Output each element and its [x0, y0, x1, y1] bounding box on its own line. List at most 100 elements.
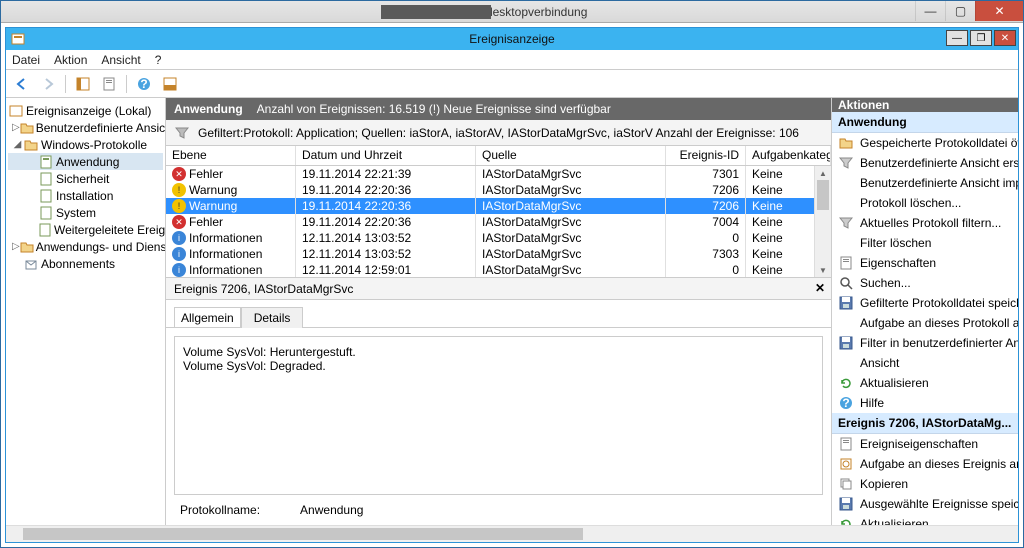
action-item[interactable]: Filter löschen [832, 233, 1018, 253]
action-item[interactable]: Aufgabe an dieses Protokoll anf... [832, 313, 1018, 333]
action-item[interactable]: Kopieren [832, 474, 1018, 494]
props-icon [838, 436, 854, 452]
column-headers[interactable]: Ebene Datum und Uhrzeit Quelle Ereignis-… [166, 146, 831, 166]
disk-icon [838, 496, 854, 512]
tree-app-services[interactable]: ▷Anwendungs- und Dienstprotokolle [8, 238, 163, 255]
action-label: Gefilterte Protokolldatei speich... [860, 296, 1018, 310]
col-datetime[interactable]: Datum und Uhrzeit [296, 146, 476, 165]
center-pane: Anwendung Anzahl von Ereignissen: 16.519… [166, 98, 832, 525]
tab-details[interactable]: Details [241, 307, 304, 328]
action-label: Filter in benutzerdefinierter Ans... [860, 336, 1018, 350]
action-item[interactable]: Aufgabe an dieses Ereignis anfü... [832, 454, 1018, 474]
refresh-icon [838, 375, 854, 391]
back-button[interactable] [10, 73, 34, 95]
tree-subscriptions[interactable]: Abonnements [8, 255, 163, 272]
table-row[interactable]: iInformationen12.11.2014 13:03:52IAStorD… [166, 246, 831, 262]
tree-forwarded[interactable]: Weitergeleitete Ereignisse [8, 221, 163, 238]
menu-view[interactable]: Ansicht [101, 53, 140, 67]
blank-icon [838, 195, 854, 211]
col-category[interactable]: Aufgabenkategorie [746, 146, 831, 165]
eventvwr-window: Ereignisanzeige — ❐ ✕ Datei Aktion Ansic… [5, 27, 1019, 543]
table-row[interactable]: !Warnung19.11.2014 22:20:36IAStorDataMgr… [166, 182, 831, 198]
cell-level: Informationen [189, 231, 262, 245]
table-row[interactable]: ✕Fehler19.11.2014 22:20:36IAStorDataMgrS… [166, 214, 831, 230]
folder-icon [20, 239, 34, 255]
outer-minimize-button[interactable]: — [915, 1, 945, 21]
tree-root[interactable]: Ereignisanzeige (Lokal) [8, 102, 163, 119]
action-item[interactable]: Gespeicherte Protokolldatei öff... [832, 133, 1018, 153]
separator [126, 75, 127, 93]
events-header-count: Anzahl von Ereignissen: 16.519 (!) Neue … [257, 102, 611, 116]
tree-custom-views[interactable]: ▷Benutzerdefinierte Ansichten [8, 119, 163, 136]
preview-pane-button[interactable] [158, 73, 182, 95]
action-item[interactable]: Suchen... [832, 273, 1018, 293]
tree-security[interactable]: Sicherheit [8, 170, 163, 187]
outer-title: - Remotedesktopverbindung [1, 5, 1023, 19]
table-row[interactable]: !Warnung19.11.2014 22:20:36IAStorDataMgr… [166, 198, 831, 214]
detail-title: Ereignis 7206, IAStorDataMgrSvc [174, 282, 353, 296]
filter-text: Gefiltert:Protokoll: Application; Quelle… [198, 126, 799, 140]
inner-close-button[interactable]: ✕ [994, 30, 1016, 46]
menu-action[interactable]: Aktion [54, 53, 87, 67]
tree-windows-logs[interactable]: ◢Windows-Protokolle [8, 136, 163, 153]
scrollbar-thumb[interactable] [817, 180, 829, 210]
action-item[interactable]: Ereigniseigenschaften [832, 434, 1018, 454]
action-item[interactable]: Benutzerdefinierte Ansicht imp... [832, 173, 1018, 193]
menu-file[interactable]: Datei [12, 53, 40, 67]
expand-icon[interactable]: ▷ [12, 122, 20, 133]
error-icon: ✕ [172, 167, 186, 181]
action-item[interactable]: Benutzerdefinierte Ansicht erste... [832, 153, 1018, 173]
tree-system[interactable]: System [8, 204, 163, 221]
inner-minimize-button[interactable]: — [946, 30, 968, 46]
outer-title-bar[interactable]: - Remotedesktopverbindung — ▢ ✕ [1, 1, 1023, 23]
col-level[interactable]: Ebene [166, 146, 296, 165]
vertical-scrollbar[interactable]: ▲▼ [814, 166, 831, 277]
detail-footer: Protokollname: Anwendung [166, 503, 831, 525]
action-item[interactable]: Aktuelles Protokoll filtern... [832, 213, 1018, 233]
action-item[interactable]: Aktualisieren [832, 373, 1018, 393]
svg-text:?: ? [842, 396, 849, 410]
action-label: Hilfe [860, 396, 884, 410]
action-item[interactable]: Filter in benutzerdefinierter Ans... [832, 333, 1018, 353]
expand-icon[interactable]: ▷ [12, 241, 20, 252]
funnel-icon [838, 215, 854, 231]
tree-installation[interactable]: Installation [8, 187, 163, 204]
outer-maximize-button[interactable]: ▢ [945, 1, 975, 21]
menu-help[interactable]: ? [155, 53, 162, 67]
col-source[interactable]: Quelle [476, 146, 666, 165]
inner-title-bar[interactable]: Ereignisanzeige — ❐ ✕ [6, 28, 1018, 50]
action-item[interactable]: Protokoll löschen... [832, 193, 1018, 213]
show-tree-button[interactable] [71, 73, 95, 95]
horizontal-scrollbar[interactable] [6, 525, 1018, 542]
scroll-up-button[interactable]: ▲ [815, 166, 831, 180]
tab-general[interactable]: Allgemein [174, 307, 241, 327]
events-grid[interactable]: ✕Fehler19.11.2014 22:21:39IAStorDataMgrS… [166, 166, 831, 278]
detail-line: Volume SysVol: Degraded. [183, 359, 814, 373]
action-item[interactable]: Ausgewählte Ereignisse speiche... [832, 494, 1018, 514]
forward-button[interactable] [36, 73, 60, 95]
scroll-down-button[interactable]: ▼ [815, 263, 831, 277]
detail-header: Ereignis 7206, IAStorDataMgrSvc ✕ [166, 278, 831, 300]
action-item[interactable]: Eigenschaften [832, 253, 1018, 273]
info-icon: i [172, 231, 186, 245]
table-row[interactable]: iInformationen12.11.2014 12:59:01IAStorD… [166, 262, 831, 278]
inner-maximize-button[interactable]: ❐ [970, 30, 992, 46]
help-button[interactable]: ? [132, 73, 156, 95]
table-row[interactable]: iInformationen12.11.2014 13:03:52IAStorD… [166, 230, 831, 246]
action-label: Aufgabe an dieses Ereignis anfü... [860, 457, 1018, 471]
action-item[interactable]: Ansicht [832, 353, 1018, 373]
info-icon: i [172, 263, 186, 277]
col-id[interactable]: Ereignis-ID [666, 146, 746, 165]
properties-button[interactable] [97, 73, 121, 95]
funnel-icon [174, 125, 190, 141]
warning-icon: ! [172, 199, 186, 213]
outer-close-button[interactable]: ✕ [975, 1, 1023, 21]
table-row[interactable]: ✕Fehler19.11.2014 22:21:39IAStorDataMgrS… [166, 166, 831, 182]
navigation-tree[interactable]: Ereignisanzeige (Lokal) ▷Benutzerdefinie… [6, 98, 166, 525]
action-item[interactable]: Gefilterte Protokolldatei speich... [832, 293, 1018, 313]
collapse-icon[interactable]: ◢ [12, 139, 23, 150]
scrollbar-thumb[interactable] [23, 528, 583, 540]
action-item[interactable]: ? Hilfe [832, 393, 1018, 413]
tree-application[interactable]: Anwendung [8, 153, 163, 170]
detail-close-button[interactable]: ✕ [815, 281, 825, 295]
